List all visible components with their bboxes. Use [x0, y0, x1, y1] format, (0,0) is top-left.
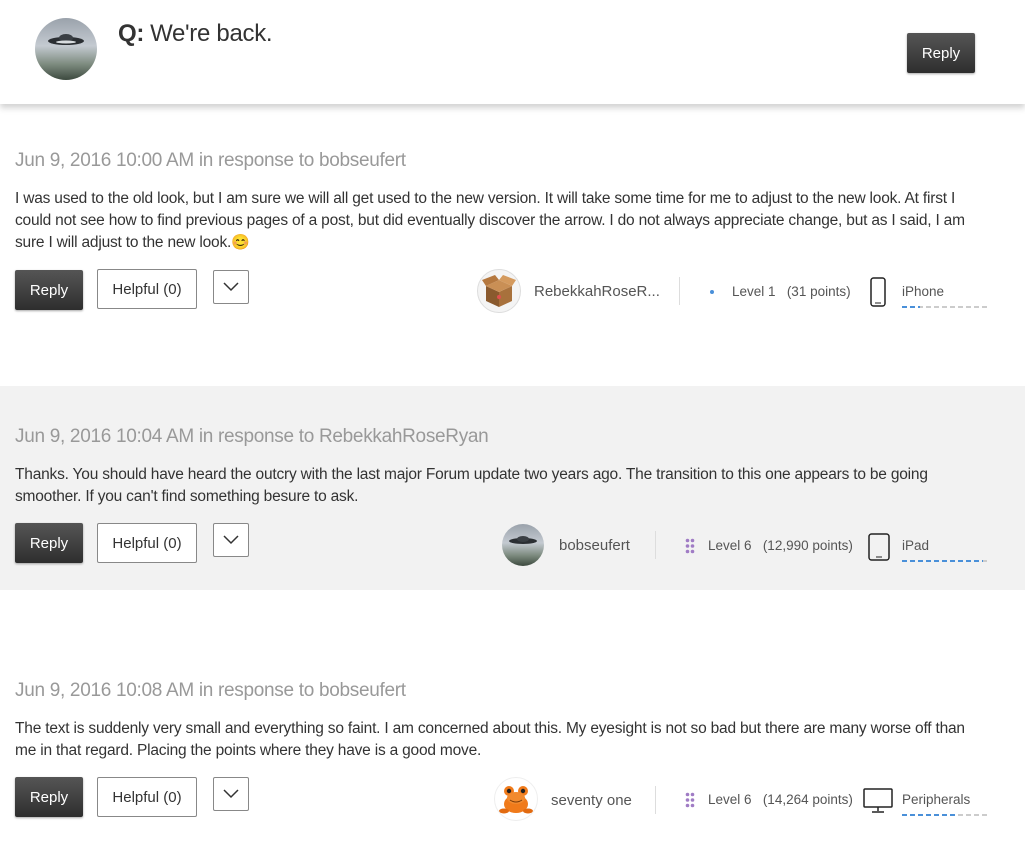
device-progress-fill	[902, 560, 983, 562]
level-label: Level 1	[732, 284, 776, 299]
chevron-down-icon	[223, 535, 239, 545]
level-label: Level 6	[708, 538, 752, 553]
post-body-text: I was used to the old look, but I am sur…	[15, 190, 965, 251]
device-label: iPad	[902, 538, 930, 553]
question-title-text: We're back.	[150, 20, 273, 47]
frog-avatar-icon	[499, 786, 533, 814]
chevron-down-icon	[223, 282, 239, 292]
helpful-button[interactable]: Helpful (0)	[97, 269, 197, 309]
question-author-avatar[interactable]	[35, 18, 97, 80]
device-label: iPhone	[902, 284, 945, 299]
ipad-icon	[868, 533, 890, 561]
author-avatar[interactable]	[502, 524, 544, 566]
author-name[interactable]: seventy one	[551, 792, 632, 809]
device-progress-bar	[902, 560, 990, 562]
device-progress-fill	[902, 306, 920, 308]
author-avatar[interactable]	[477, 269, 521, 313]
post-body: Thanks. You should have heard the outcry…	[15, 466, 928, 505]
reply-post: Jun 9, 2016 10:00 AM in response to bobs…	[0, 104, 1025, 386]
question-prefix: Q:	[118, 20, 145, 47]
level-label: Level 6	[708, 792, 752, 807]
box-avatar-icon	[482, 275, 516, 307]
helpful-button[interactable]: Helpful (0)	[97, 777, 197, 817]
author-level: Level 6 (12,990 points)	[708, 538, 853, 553]
reply-post: Jun 9, 2016 10:08 AM in response to bobs…	[0, 590, 1025, 851]
more-options-button[interactable]	[213, 523, 249, 557]
level-points: (12,990 points)	[762, 538, 853, 553]
chevron-down-icon	[223, 789, 239, 799]
reply-button[interactable]: Reply	[15, 523, 83, 563]
level-dots-icon	[685, 792, 695, 808]
ufo-avatar-icon	[509, 536, 537, 544]
smile-emoji: 😊	[231, 234, 250, 251]
question-reply-button[interactable]: Reply	[907, 33, 975, 73]
author-name[interactable]: RebekkahRoseR...	[534, 283, 660, 300]
reply-post: Jun 9, 2016 10:04 AM in response to Rebe…	[0, 386, 1025, 590]
device-progress-bar	[902, 306, 990, 308]
post-body: The text is suddenly very small and ever…	[15, 720, 965, 759]
author-avatar[interactable]	[494, 777, 538, 821]
level-points: (14,264 points)	[762, 792, 853, 807]
author-level: Level 6 (14,264 points)	[708, 792, 853, 807]
ufo-avatar-icon	[48, 34, 84, 45]
monitor-icon	[863, 788, 893, 813]
device-label: Peripherals	[902, 792, 971, 807]
helpful-button[interactable]: Helpful (0)	[97, 523, 197, 563]
level-points: (31 points)	[786, 284, 851, 299]
device-progress-bar	[902, 814, 990, 816]
iphone-icon	[870, 277, 886, 307]
question-header: Q: We're back. Reply	[0, 0, 1025, 104]
divider	[655, 786, 656, 814]
level-dots-icon	[685, 538, 695, 554]
author-name[interactable]: bobseufert	[559, 537, 630, 554]
author-level: Level 1 (31 points)	[732, 284, 851, 299]
post-body: I was used to the old look, but I am sur…	[15, 188, 990, 254]
divider	[655, 531, 656, 559]
divider	[679, 277, 680, 305]
post-meta: Jun 9, 2016 10:08 AM in response to bobs…	[15, 680, 406, 701]
level-dot-icon	[710, 290, 714, 294]
more-options-button[interactable]	[213, 777, 249, 811]
post-meta: Jun 9, 2016 10:04 AM in response to Rebe…	[15, 426, 489, 447]
reply-button[interactable]: Reply	[15, 270, 83, 310]
device-progress-fill	[902, 814, 955, 816]
question-title: Q: We're back.	[118, 20, 273, 48]
post-meta: Jun 9, 2016 10:00 AM in response to bobs…	[15, 150, 406, 171]
more-options-button[interactable]	[213, 270, 249, 304]
reply-button[interactable]: Reply	[15, 777, 83, 817]
